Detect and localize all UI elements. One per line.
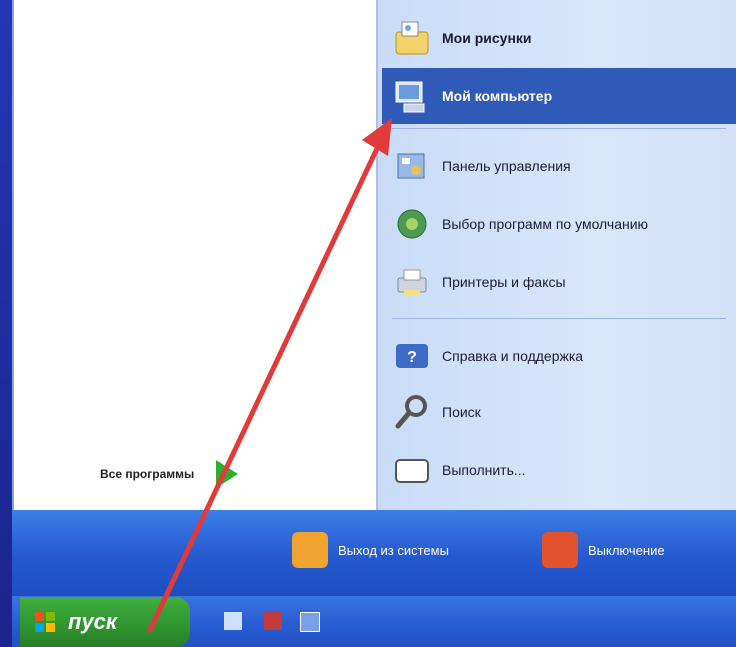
annotation-arrow <box>147 118 392 633</box>
annotation-arrow-line <box>147 135 385 633</box>
